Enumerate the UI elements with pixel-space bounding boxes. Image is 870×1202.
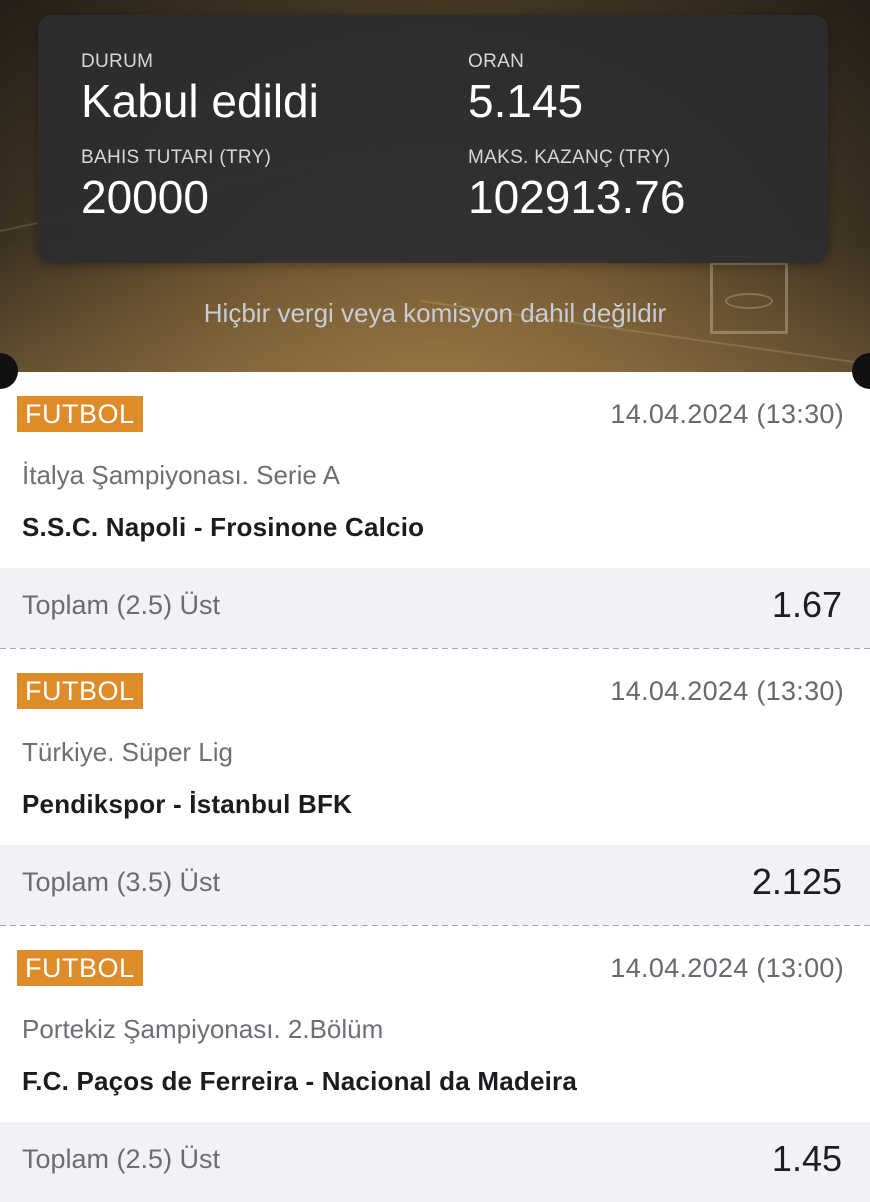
match-name[interactable]: Pendikspor - İstanbul BFK: [22, 789, 352, 820]
bet-item[interactable]: FUTBOL 14.04.2024 (13:00) Portekiz Şampi…: [0, 926, 870, 1202]
event-datetime: 14.04.2024 (13:30): [610, 676, 844, 706]
league-name: İtalya Şampiyonası. Serie A: [22, 460, 340, 490]
status-block: DURUM Kabul edildi: [81, 51, 319, 127]
market-name: Toplam (2.5) Üst: [22, 1144, 221, 1174]
league-name: Portekiz Şampiyonası. 2.Bölüm: [22, 1014, 384, 1044]
sport-badge: FUTBOL: [17, 950, 143, 986]
max-win-block: MAKS. KAZANÇ (TRY) 102913.76: [468, 147, 685, 223]
bet-header: FUTBOL 14.04.2024 (13:30) İtalya Şampiyo…: [0, 372, 870, 568]
header-background: DURUM Kabul edildi ORAN 5.145 BAHIS TUTA…: [0, 0, 870, 372]
bet-header: FUTBOL 14.04.2024 (13:30) Türkiye. Süper…: [0, 649, 870, 845]
bet-header: FUTBOL 14.04.2024 (13:00) Portekiz Şampi…: [0, 926, 870, 1122]
event-datetime: 14.04.2024 (13:30): [610, 399, 844, 429]
selection-row: Toplam (3.5) Üst 2.125: [0, 845, 870, 925]
sport-badge: FUTBOL: [17, 673, 143, 709]
status-value: Kabul edildi: [81, 75, 319, 127]
bet-ticket: FUTBOL 14.04.2024 (13:30) İtalya Şampiyo…: [0, 372, 870, 1202]
odds-label: ORAN: [468, 51, 525, 72]
stake-label: BAHIS TUTARI (TRY): [81, 147, 272, 168]
bet-summary-card: DURUM Kabul edildi ORAN 5.145 BAHIS TUTA…: [38, 15, 828, 263]
stake-block: BAHIS TUTARI (TRY) 20000: [81, 147, 271, 223]
bet-item[interactable]: FUTBOL 14.04.2024 (13:30) İtalya Şampiyo…: [0, 372, 870, 648]
selection-row: Toplam (2.5) Üst 1.45: [0, 1122, 870, 1202]
match-name[interactable]: F.C. Paços de Ferreira - Nacional da Mad…: [22, 1066, 577, 1097]
bet-item[interactable]: FUTBOL 14.04.2024 (13:30) Türkiye. Süper…: [0, 649, 870, 925]
tax-note: Hiçbir vergi veya komisyon dahil değildi…: [203, 298, 667, 328]
market-name: Toplam (3.5) Üst: [22, 867, 221, 897]
selection-odd: 2.125: [751, 861, 842, 902]
event-datetime: 14.04.2024 (13:00): [610, 953, 844, 983]
stake-value: 20000: [81, 171, 209, 223]
selection-odd: 1.67: [771, 584, 842, 625]
max-win-label: MAKS. KAZANÇ (TRY): [468, 147, 671, 168]
match-name[interactable]: S.S.C. Napoli - Frosinone Calcio: [22, 512, 424, 543]
selection-row: Toplam (2.5) Üst 1.67: [0, 568, 870, 648]
odds-block: ORAN 5.145: [468, 51, 583, 127]
odds-value: 5.145: [468, 75, 584, 127]
status-label: DURUM: [81, 51, 154, 72]
max-win-value: 102913.76: [468, 171, 686, 223]
sport-badge: FUTBOL: [17, 396, 143, 432]
selection-odd: 1.45: [771, 1138, 842, 1179]
market-name: Toplam (2.5) Üst: [22, 590, 221, 620]
league-name: Türkiye. Süper Lig: [22, 737, 233, 767]
